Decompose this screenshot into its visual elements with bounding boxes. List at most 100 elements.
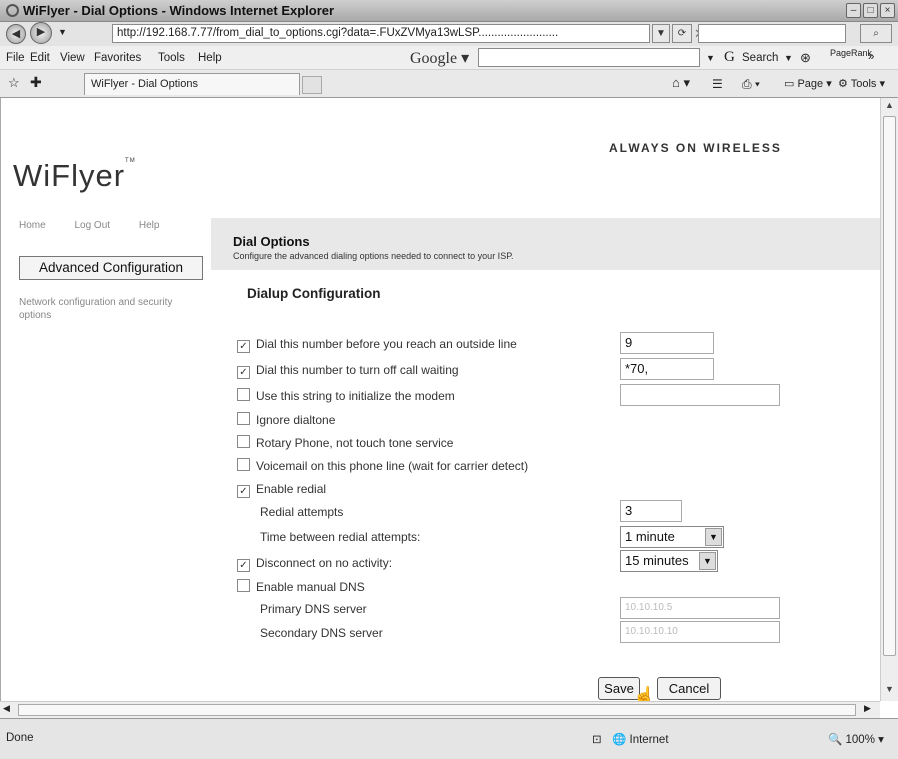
scroll-thumb[interactable]: [883, 116, 896, 656]
rotary-phone-checkbox[interactable]: [237, 435, 250, 448]
chevron-down-icon: ▼: [699, 552, 716, 570]
menu-tools[interactable]: Tools: [158, 52, 185, 64]
tools-menu[interactable]: ⚙ Tools ▾: [838, 77, 885, 90]
enable-redial-checkbox[interactable]: ✓: [237, 485, 250, 498]
header-band: [211, 218, 880, 270]
redial-attempts-input[interactable]: 3: [620, 500, 682, 522]
search-dropdown-icon[interactable]: ▼: [784, 53, 793, 63]
google-search-input[interactable]: [478, 48, 700, 67]
hscroll-thumb[interactable]: [18, 704, 856, 716]
option-row: ✓ Dial this number to turn off call waiti…: [237, 362, 459, 380]
ie-logo-icon: [6, 4, 19, 17]
close-icon[interactable]: ×: [880, 3, 895, 18]
voicemail-checkbox[interactable]: [237, 458, 250, 471]
scroll-right-icon[interactable]: ▶: [864, 703, 871, 714]
new-tab-icon[interactable]: [302, 76, 322, 94]
rotary-phone-label: Rotary Phone, not touch tone service: [256, 435, 454, 450]
internet-zone: 🌐 Internet: [612, 734, 669, 746]
enable-redial-label: Enable redial: [256, 481, 327, 496]
option-row: Enable manual DNS: [237, 579, 365, 597]
menu-help[interactable]: Help: [198, 52, 222, 64]
horizontal-scrollbar[interactable]: ◀ ▶: [0, 701, 880, 718]
menu-file[interactable]: File: [6, 52, 25, 64]
page-content: ALWAYS ON WIRELESS WiFlyerTM Home Log Ou…: [0, 98, 880, 701]
disconnect-checkbox[interactable]: ✓: [237, 559, 250, 572]
zoom-level[interactable]: 🔍 100% ▾: [828, 732, 884, 746]
maximize-icon[interactable]: □: [863, 3, 878, 18]
redial-time-label: Time between redial attempts:: [260, 530, 421, 544]
disconnect-label: Disconnect on no activity:: [256, 555, 393, 570]
ignore-dialtone-label: Ignore dialtone: [256, 412, 336, 427]
call-waiting-label: Dial this number to turn off call waitin…: [256, 362, 459, 377]
dial-prefix-label: Dial this number before you reach an out…: [256, 336, 517, 351]
manual-dns-checkbox[interactable]: [237, 579, 250, 592]
menu-bar: File Edit View Favorites Tools Help Goog…: [0, 46, 898, 70]
back-icon[interactable]: ◀: [6, 24, 26, 44]
top-nav: Home Log Out Help: [19, 220, 185, 231]
primary-dns-input[interactable]: 10.10.10.5: [620, 597, 780, 619]
add-favorites-icon[interactable]: ✚: [30, 74, 42, 91]
secondary-dns-label: Secondary DNS server: [260, 626, 383, 640]
security-icon: ⊡: [592, 734, 602, 746]
home-icon[interactable]: ⌂ ▾: [672, 75, 690, 91]
address-bar: ◀ ▶ ▼ http://192.168.7.77/from_dial_to_o…: [0, 22, 898, 46]
vertical-scrollbar[interactable]: ▲ ▼: [880, 98, 898, 701]
init-string-label: Use this string to initialize the modem: [256, 388, 455, 403]
scroll-left-icon[interactable]: ◀: [3, 703, 10, 714]
option-row: Ignore dialtone: [237, 412, 335, 430]
dial-prefix-checkbox[interactable]: ✓: [237, 340, 250, 353]
live-search-input[interactable]: [698, 24, 846, 43]
option-row: Rotary Phone, not touch tone service: [237, 435, 453, 453]
nav-help-link[interactable]: Help: [139, 220, 160, 231]
menu-view[interactable]: View: [60, 52, 85, 64]
popup-blocker-icon[interactable]: ⊛: [800, 50, 811, 66]
print-icon[interactable]: ⎙ ▾: [742, 77, 760, 92]
url-dropdown-icon[interactable]: ▼: [652, 24, 670, 43]
toolbar-more-icon[interactable]: »: [868, 51, 874, 63]
manual-dns-label: Enable manual DNS: [256, 579, 365, 594]
cancel-button[interactable]: Cancel: [657, 677, 721, 700]
call-waiting-checkbox[interactable]: ✓: [237, 366, 250, 379]
call-waiting-input[interactable]: *70,: [620, 358, 714, 380]
url-field[interactable]: http://192.168.7.77/from_dial_to_options…: [112, 24, 650, 43]
menu-favorites[interactable]: Favorites: [94, 52, 141, 64]
advanced-configuration-button[interactable]: Advanced Configuration: [19, 256, 203, 280]
page-title: Dial Options: [233, 234, 310, 249]
status-text: Done: [6, 732, 34, 744]
tab-wiflyer[interactable]: WiFlyer - Dial Options: [84, 73, 300, 95]
primary-dns-label: Primary DNS server: [260, 602, 367, 616]
feeds-icon[interactable]: ☰: [712, 77, 723, 91]
scroll-up-icon[interactable]: ▲: [883, 100, 896, 114]
pagerank-label[interactable]: PageRank: [830, 48, 872, 58]
scroll-down-icon[interactable]: ▼: [883, 684, 896, 698]
favorites-star-icon[interactable]: ☆: [8, 75, 20, 91]
secondary-dns-input[interactable]: 10.10.10.10: [620, 621, 780, 643]
init-string-checkbox[interactable]: [237, 388, 250, 401]
dial-prefix-input[interactable]: 9: [620, 332, 714, 354]
google-search-button[interactable]: Search: [742, 52, 778, 64]
page-menu[interactable]: ▭ Page ▾: [784, 77, 832, 90]
option-row: ✓ Disconnect on no activity:: [237, 555, 392, 573]
forward-icon[interactable]: ▶: [30, 22, 52, 44]
status-bar: Done ⊡ 🌐 Internet 🔍 100% ▾: [0, 718, 898, 759]
history-dropdown-icon[interactable]: ▼: [58, 27, 67, 37]
ignore-dialtone-checkbox[interactable]: [237, 412, 250, 425]
disconnect-select[interactable]: 15 minutes ▼: [620, 550, 718, 572]
title-bar: WiFlyer - Dial Options - Windows Interne…: [0, 0, 898, 22]
nav-logout-link[interactable]: Log Out: [74, 220, 110, 231]
voicemail-label: Voicemail on this phone line (wait for c…: [256, 458, 529, 473]
redial-time-select[interactable]: 1 minute ▼: [620, 526, 724, 548]
option-row: ✓ Enable redial: [237, 481, 326, 499]
google-dropdown-icon[interactable]: ▼: [706, 53, 715, 63]
nav-home-link[interactable]: Home: [19, 220, 46, 231]
window-title: WiFlyer - Dial Options - Windows Interne…: [6, 3, 334, 18]
minimize-icon[interactable]: –: [846, 3, 861, 18]
hand-cursor-icon: ☝: [633, 686, 656, 701]
init-string-input[interactable]: [620, 384, 780, 406]
search-go-icon[interactable]: ⌕: [860, 24, 892, 43]
menu-edit[interactable]: Edit: [30, 52, 50, 64]
option-row: Voicemail on this phone line (wait for c…: [237, 458, 528, 476]
refresh-icon[interactable]: ⟳: [672, 24, 692, 43]
window-title-text: WiFlyer - Dial Options - Windows Interne…: [23, 3, 335, 18]
google-search-icon[interactable]: G: [724, 49, 735, 66]
